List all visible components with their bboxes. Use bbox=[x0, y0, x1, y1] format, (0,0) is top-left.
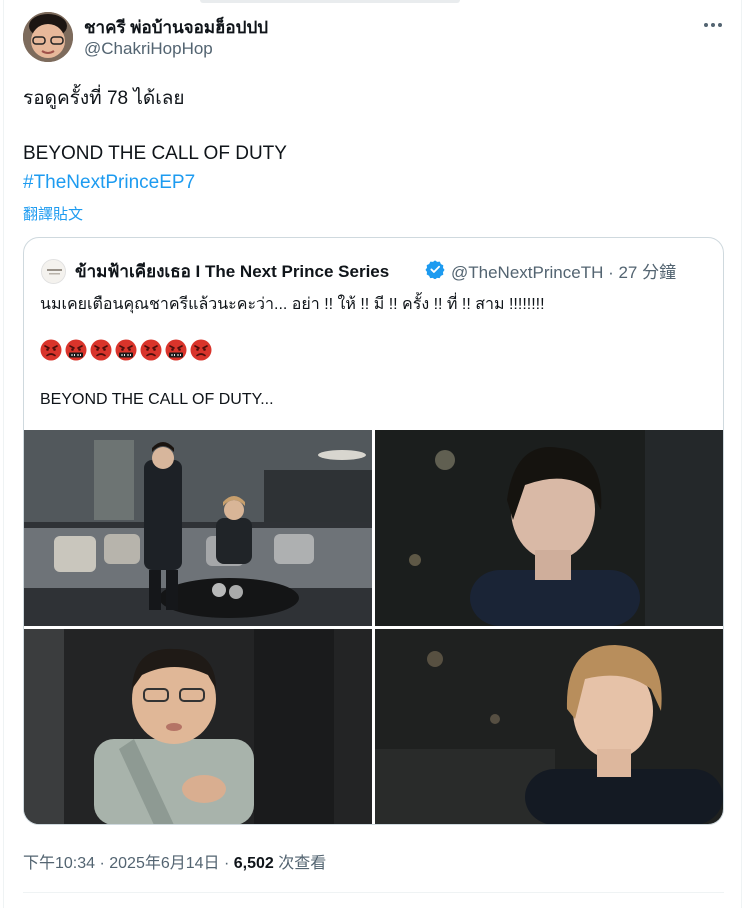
cursing-face-emoji-icon bbox=[65, 339, 87, 361]
views-count: 6,502 bbox=[233, 855, 274, 872]
tweet-footer: 下午10:34 · 2025年6月14日 · 6,502 次查看 bbox=[23, 849, 326, 873]
angry-face-emoji-icon bbox=[190, 339, 212, 361]
cursing-face-emoji-icon bbox=[115, 339, 137, 361]
top-edge bbox=[200, 0, 460, 3]
hashtag-link[interactable]: #TheNextPrinceEP7 bbox=[23, 172, 195, 194]
tweet-text-line2: BEYOND THE CALL OF DUTY bbox=[23, 143, 287, 164]
quoted-avatar[interactable] bbox=[41, 259, 66, 284]
media-grid bbox=[24, 430, 723, 824]
translate-post-link[interactable]: 翻譯貼文 bbox=[23, 203, 83, 224]
frame-border-right bbox=[741, 0, 742, 908]
media-photo-1[interactable] bbox=[24, 430, 372, 626]
angry-face-emoji-icon bbox=[90, 339, 112, 361]
quoted-text: นมเคยเตือนคุณชาครีแล้วนะคะว่า... อย่า !!… bbox=[40, 296, 545, 313]
angry-face-emoji-icon bbox=[140, 339, 162, 361]
media-photo-2[interactable] bbox=[375, 430, 723, 626]
emoji-row bbox=[40, 339, 212, 361]
views-label: 次查看 bbox=[273, 855, 327, 872]
quoted-tweet[interactable]: ข้ามฟ้าเคียงเธอ I The Next Prince Series… bbox=[23, 237, 724, 825]
author-handle[interactable]: @ChakriHopHop bbox=[84, 39, 213, 59]
angry-face-emoji-icon bbox=[40, 339, 62, 361]
media-photo-4[interactable] bbox=[375, 629, 723, 824]
quoted-display-name[interactable]: ข้ามฟ้าเคียงเธอ I The Next Prince Series bbox=[75, 258, 389, 285]
more-options-icon[interactable] bbox=[700, 14, 726, 36]
post-timestamp[interactable]: 下午10:34 · 2025年6月14日 · bbox=[23, 855, 234, 872]
footer-divider bbox=[23, 892, 724, 893]
author-display-name[interactable]: ชาครี พ่อบ้านจอมฮ็อปปป bbox=[84, 14, 268, 41]
quoted-handle-time[interactable]: @TheNextPrinceTH · 27 分鐘 bbox=[451, 258, 676, 283]
tweet-text-line1: รอดูครั้งที่ 78 ได้เลย bbox=[23, 88, 185, 109]
author-avatar[interactable] bbox=[23, 12, 73, 62]
verified-badge-icon bbox=[425, 260, 445, 279]
media-photo-3[interactable] bbox=[24, 629, 372, 824]
cursing-face-emoji-icon bbox=[165, 339, 187, 361]
frame-border-left bbox=[3, 0, 4, 908]
quoted-text-2: BEYOND THE CALL OF DUTY... bbox=[40, 391, 274, 408]
